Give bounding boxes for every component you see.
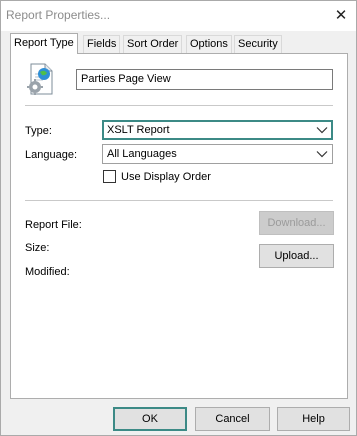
download-button[interactable]: Download...	[259, 211, 334, 235]
cancel-button[interactable]: Cancel	[195, 407, 270, 431]
use-display-order-checkbox[interactable]	[103, 170, 116, 183]
separator	[25, 200, 333, 201]
report-file-label: Report File:	[25, 219, 82, 231]
language-label: Language:	[25, 149, 77, 161]
chevron-down-icon	[316, 151, 328, 158]
report-document-icon	[27, 63, 53, 95]
language-dropdown[interactable]: All Languages	[102, 144, 333, 164]
size-label: Size:	[25, 242, 50, 254]
language-dropdown-value: All Languages	[107, 148, 177, 160]
tab-report-type[interactable]: Report Type	[10, 33, 78, 54]
tab-options[interactable]: Options	[186, 35, 232, 53]
window-title: Report Properties...	[6, 8, 111, 22]
title-bar: Report Properties... ✕	[1, 1, 356, 31]
report-properties-dialog: Report Properties... ✕ Report Type Field…	[0, 0, 357, 436]
help-button[interactable]: Help	[277, 407, 350, 431]
tab-fields[interactable]: Fields	[83, 35, 121, 53]
type-dropdown[interactable]: XSLT Report	[102, 120, 333, 140]
close-icon[interactable]: ✕	[332, 7, 350, 25]
type-label: Type:	[25, 125, 52, 137]
use-display-order-label[interactable]: Use Display Order	[121, 171, 211, 183]
tab-sort-order[interactable]: Sort Order	[123, 35, 183, 53]
ok-button[interactable]: OK	[113, 407, 187, 431]
report-name-field[interactable]: Parties Page View	[76, 69, 333, 90]
chevron-down-icon	[316, 127, 328, 134]
tab-security[interactable]: Security	[234, 35, 282, 53]
upload-button[interactable]: Upload...	[259, 244, 334, 268]
modified-label: Modified:	[25, 266, 70, 278]
separator	[25, 105, 333, 106]
type-dropdown-value: XSLT Report	[107, 124, 170, 136]
